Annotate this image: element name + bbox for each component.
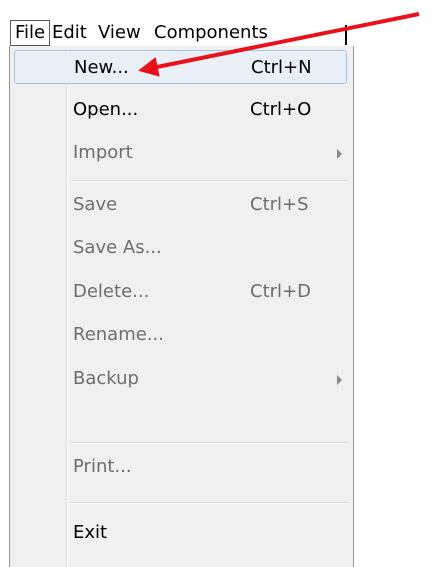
menu-file[interactable]: File	[10, 20, 51, 46]
menu-item-save-as[interactable]: Save As...	[14, 231, 347, 265]
menu-item-label: Backup	[73, 368, 139, 389]
menu-item-backup[interactable]: Backup	[14, 362, 347, 396]
menu-item-shortcut: Ctrl+N	[251, 57, 312, 78]
menu-item-print[interactable]: Print...	[14, 450, 347, 484]
menu-item-shortcut: Ctrl+O	[250, 99, 312, 120]
menu-separator	[70, 180, 347, 182]
menu-components[interactable]: Components	[154, 21, 268, 45]
menu-next-stub	[345, 25, 347, 45]
menu-item-shortcut: Ctrl+S	[250, 194, 309, 215]
menu-item-label: Rename...	[73, 324, 164, 345]
file-dropdown-menu: New... Ctrl+N Open... Ctrl+O Import Save…	[9, 46, 354, 567]
menu-item-label: Open...	[73, 99, 139, 120]
menu-separator	[70, 502, 347, 504]
menu-item-exit[interactable]: Exit	[14, 516, 347, 550]
menu-item-label: New...	[74, 57, 129, 78]
menu-item-open[interactable]: Open... Ctrl+O	[14, 93, 347, 127]
menu-item-import[interactable]: Import	[14, 136, 347, 170]
menu-item-label: Exit	[73, 522, 108, 543]
menubar: File Edit View Components	[9, 17, 349, 49]
menu-item-label: Import	[73, 142, 133, 163]
submenu-arrow-icon	[337, 375, 342, 385]
menu-item-label: Delete...	[73, 281, 150, 302]
menu-item-delete[interactable]: Delete... Ctrl+D	[14, 275, 347, 309]
menu-item-label: Save As...	[73, 237, 162, 258]
menu-item-save[interactable]: Save Ctrl+S	[14, 188, 347, 222]
menu-item-label: Print...	[73, 456, 132, 477]
menu-item-new[interactable]: New... Ctrl+N	[14, 50, 347, 84]
menu-separator	[70, 442, 347, 444]
submenu-arrow-icon	[337, 149, 342, 159]
menu-edit[interactable]: Edit	[52, 21, 87, 45]
menu-item-shortcut: Ctrl+D	[250, 281, 311, 302]
menu-item-rename[interactable]: Rename...	[14, 318, 347, 352]
menu-view[interactable]: View	[98, 21, 141, 45]
menu-item-label: Save	[73, 194, 118, 215]
